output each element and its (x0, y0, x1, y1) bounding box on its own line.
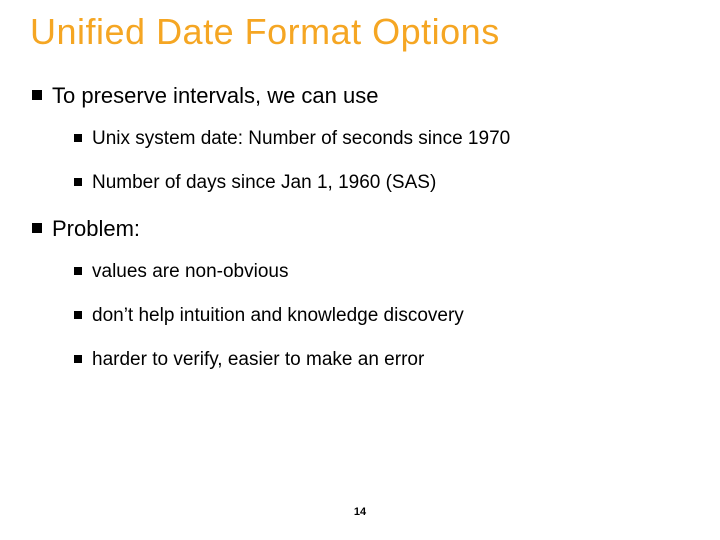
square-bullet-icon (32, 90, 42, 100)
square-bullet-icon (74, 267, 82, 275)
bullet-level2: values are non-obvious (74, 260, 690, 284)
bullet-level2: Number of days since Jan 1, 1960 (SAS) (74, 171, 690, 195)
bullet-text: Problem: (52, 215, 140, 243)
bullet-text: don’t help intuition and knowledge disco… (92, 304, 464, 328)
slide: Unified Date Format Options To preserve … (0, 0, 720, 540)
bullet-text: Number of days since Jan 1, 1960 (SAS) (92, 171, 436, 195)
bullet-text: values are non-obvious (92, 260, 288, 284)
square-bullet-icon (74, 355, 82, 363)
bullet-level1: Problem: (32, 215, 690, 243)
bullet-text: To preserve intervals, we can use (52, 82, 379, 110)
square-bullet-icon (74, 311, 82, 319)
square-bullet-icon (74, 178, 82, 186)
square-bullet-icon (32, 223, 42, 233)
bullet-level1: To preserve intervals, we can use (32, 82, 690, 110)
bullet-text: harder to verify, easier to make an erro… (92, 348, 424, 372)
slide-title: Unified Date Format Options (30, 12, 690, 52)
square-bullet-icon (74, 134, 82, 142)
bullet-level2: harder to verify, easier to make an erro… (74, 348, 690, 372)
bullet-text: Unix system date: Number of seconds sinc… (92, 127, 510, 151)
bullet-level2: Unix system date: Number of seconds sinc… (74, 127, 690, 151)
bullet-level2: don’t help intuition and knowledge disco… (74, 304, 690, 328)
page-number: 14 (0, 506, 720, 518)
